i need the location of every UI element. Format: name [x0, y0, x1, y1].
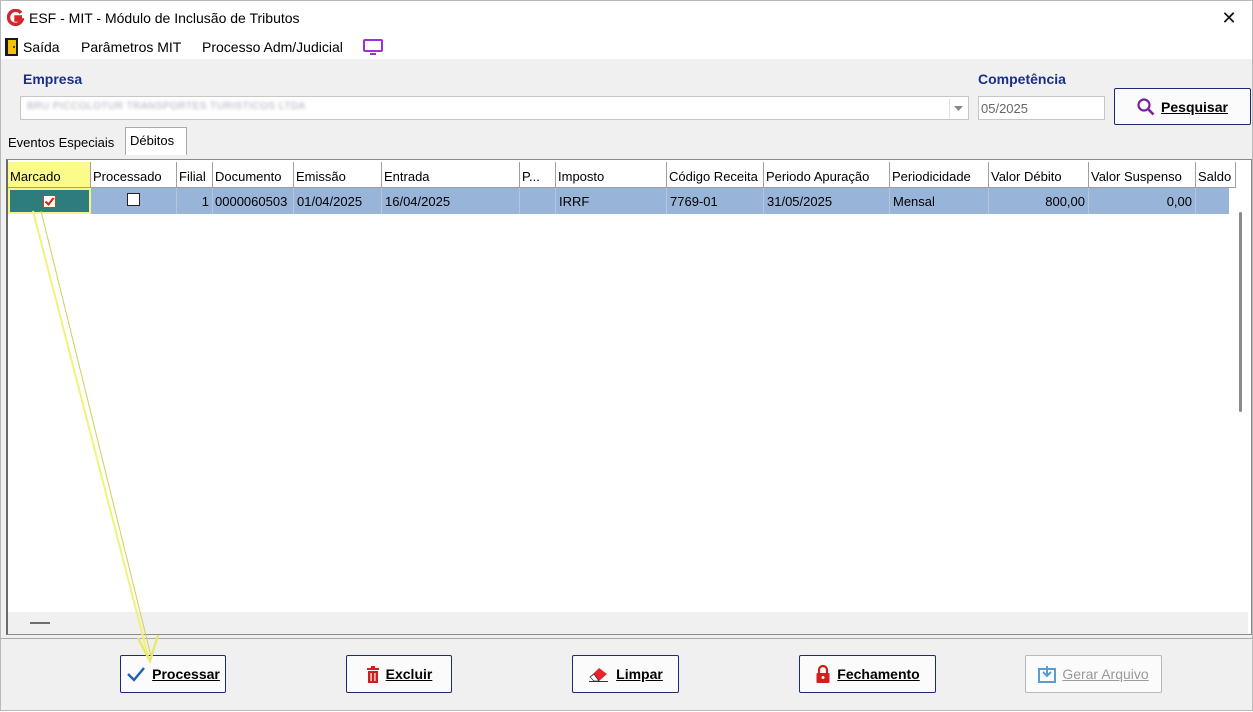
vertical-scrollbar[interactable]	[1229, 188, 1251, 610]
empresa-label: Empresa	[23, 71, 83, 87]
cell-codigo-receita: 7769-01	[667, 188, 764, 214]
column-header-marcado[interactable]: Marcado	[8, 162, 91, 188]
cell-periodo-apuracao: 31/05/2025	[764, 188, 890, 214]
processar-label: Processar	[152, 666, 220, 682]
fechamento-label: Fechamento	[837, 666, 920, 682]
column-header-emissao[interactable]: Emissão	[294, 162, 382, 188]
title-bar: ESF - MIT - Módulo de Inclusão de Tribut…	[1, 1, 1252, 35]
cell-filial: 1	[177, 188, 213, 214]
combobox-dropdown-arrow[interactable]	[949, 99, 966, 118]
cell-marcado[interactable]	[8, 188, 91, 214]
competencia-input[interactable]	[978, 96, 1105, 120]
debitos-grid[interactable]: Marcado Processado Filial Documento Emis…	[6, 159, 1252, 635]
checkmark-icon	[44, 197, 55, 207]
horizontal-scrollbar-thumb[interactable]	[30, 622, 50, 624]
window-title: ESF - MIT - Módulo de Inclusão de Tribut…	[29, 10, 300, 26]
vertical-scrollbar-thumb[interactable]	[1239, 212, 1242, 412]
search-button[interactable]: Pesquisar	[1114, 88, 1251, 125]
processar-button[interactable]: Processar	[120, 655, 226, 693]
processado-checkbox[interactable]	[127, 193, 140, 206]
column-header-saldo[interactable]: Saldo	[1196, 162, 1236, 188]
cell-saldo	[1196, 188, 1230, 214]
cell-valor-debito: 800,00	[989, 188, 1089, 214]
search-icon	[1137, 97, 1155, 116]
table-row[interactable]: 1 0000060503 01/04/2025 16/04/2025 IRRF …	[8, 188, 1230, 214]
column-header-codigo-receita[interactable]: Código Receita	[667, 162, 764, 188]
tab-debitos[interactable]: Débitos	[125, 127, 187, 155]
column-header-documento[interactable]: Documento	[213, 162, 294, 188]
monitor-icon[interactable]	[362, 38, 384, 55]
column-header-periodo-apuracao[interactable]: Periodo Apuração	[764, 162, 890, 188]
main-window: ESF - MIT - Módulo de Inclusão de Tribut…	[0, 0, 1253, 711]
excluir-button[interactable]: Excluir	[346, 655, 452, 693]
app-logo-icon	[7, 9, 24, 26]
column-header-periodicidade[interactable]: Periodicidade	[890, 162, 989, 188]
cell-entrada: 16/04/2025	[382, 188, 520, 214]
empresa-combobox[interactable]: BRU PICCOLOTUR TRANSPORTES TURISTICOS LT…	[20, 96, 969, 120]
exit-door-icon[interactable]	[5, 38, 18, 56]
tab-eventos-especiais[interactable]: Eventos Especiais	[4, 129, 122, 155]
column-header-imposto[interactable]: Imposto	[556, 162, 667, 188]
limpar-button[interactable]: Limpar	[572, 655, 679, 693]
cell-imposto: IRRF	[556, 188, 667, 214]
excluir-label: Excluir	[385, 666, 433, 682]
cell-periodicidade: Mensal	[890, 188, 989, 214]
empresa-value: BRU PICCOLOTUR TRANSPORTES TURISTICOS LT…	[27, 101, 306, 112]
cell-emissao: 01/04/2025	[294, 188, 382, 214]
competencia-label: Competência	[978, 71, 1066, 87]
horizontal-scrollbar[interactable]	[8, 612, 1248, 634]
cell-documento: 0000060503	[213, 188, 294, 214]
column-header-processado[interactable]: Processado	[91, 162, 177, 188]
trash-icon	[366, 665, 380, 683]
menu-bar: Saída Parâmetros MIT Processo Adm/Judici…	[1, 35, 1252, 59]
checkmark-icon	[126, 666, 146, 682]
column-header-valor-suspenso[interactable]: Valor Suspenso	[1089, 162, 1196, 188]
grid-header: Marcado Processado Filial Documento Emis…	[8, 162, 1248, 188]
column-header-valor-debito[interactable]: Valor Débito	[989, 162, 1089, 188]
lock-icon	[815, 664, 831, 684]
close-button[interactable]: ✕	[1206, 1, 1252, 35]
limpar-label: Limpar	[616, 666, 663, 682]
gerar-arquivo-label: Gerar Arquivo	[1062, 666, 1149, 682]
marcado-checkbox[interactable]	[43, 195, 56, 208]
column-header-entrada[interactable]: Entrada	[382, 162, 520, 188]
fechamento-button[interactable]: Fechamento	[799, 655, 936, 693]
gerar-arquivo-button[interactable]: Gerar Arquivo	[1025, 655, 1162, 693]
search-button-label: Pesquisar	[1161, 98, 1228, 115]
column-header-p[interactable]: P...	[520, 162, 556, 188]
download-file-icon	[1038, 665, 1057, 683]
eraser-icon	[588, 666, 610, 682]
cell-p	[520, 188, 556, 214]
menu-item-processo-adm-judicial[interactable]: Processo Adm/Judicial	[202, 39, 343, 55]
menu-item-saida[interactable]: Saída	[23, 39, 60, 55]
column-header-filial[interactable]: Filial	[177, 162, 213, 188]
chevron-down-icon	[954, 106, 963, 111]
cell-valor-suspenso: 0,00	[1089, 188, 1196, 214]
cell-processado[interactable]	[91, 188, 177, 214]
footer-divider	[1, 638, 1252, 639]
menu-item-parametros-mit[interactable]: Parâmetros MIT	[81, 39, 181, 55]
